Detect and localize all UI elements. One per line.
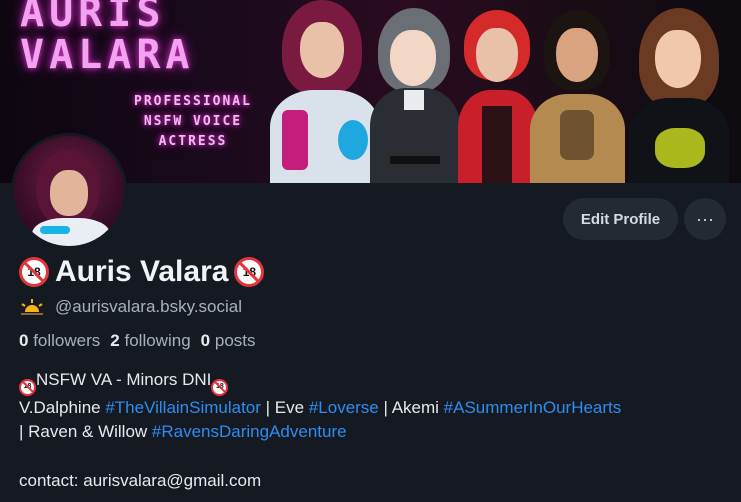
edit-profile-button[interactable]: Edit Profile xyxy=(563,198,678,240)
profile-handle[interactable]: @aurisvalara.bsky.social xyxy=(55,297,242,317)
profile-stats: 0 followers 2 following 0 posts xyxy=(19,331,256,351)
banner-character-red xyxy=(458,10,538,183)
no-under-18-icon: 18 xyxy=(19,257,49,287)
no-under-18-icon: 18 xyxy=(19,378,36,396)
banner-character-dark xyxy=(530,10,625,183)
hashtag-link[interactable]: #TheVillainSimulator xyxy=(105,398,261,417)
banner-character-pink xyxy=(270,0,380,183)
posts-stat: 0 posts xyxy=(200,331,256,350)
bio-line-2: V.Dalphine #TheVillainSimulator | Eve #L… xyxy=(19,397,622,417)
no-under-18-icon: 18 xyxy=(211,378,229,396)
hashtag-link[interactable]: #RavensDaringAdventure xyxy=(152,422,347,441)
sunrise-icon xyxy=(21,299,43,315)
hashtag-link[interactable]: #Loverse xyxy=(309,398,379,417)
hashtag-link[interactable]: #ASummerInOurHearts xyxy=(444,398,622,417)
profile-bio: 18 NSFW VA - Minors DNI 18 V.Dalphine #The… xyxy=(19,368,734,494)
banner-character-brunette xyxy=(625,8,737,183)
more-dots-icon: ··· xyxy=(696,208,714,229)
more-options-button[interactable]: ··· xyxy=(684,198,726,240)
handle-row: @aurisvalara.bsky.social xyxy=(19,297,242,317)
bio-line-1: 18 NSFW VA - Minors DNI 18 xyxy=(19,368,734,396)
banner-subtitle: PROFESSIONAL NSFW VOICE ACTRESS xyxy=(134,94,252,149)
display-name-row: 18 Auris Valara 18 xyxy=(19,252,265,292)
banner-title: AURIS VALARA xyxy=(20,0,195,78)
bio-line-3: | Raven & Willow #RavensDaringAdventure xyxy=(19,422,347,442)
no-under-18-icon: 18 xyxy=(234,257,265,287)
followers-stat[interactable]: 0 followers xyxy=(19,331,100,351)
following-stat[interactable]: 2 following xyxy=(110,331,190,351)
display-name: Auris Valara xyxy=(55,255,229,288)
bio-contact: contact: aurisvalara@gmail.com xyxy=(19,471,262,491)
banner-character-grey xyxy=(370,8,460,183)
profile-avatar[interactable] xyxy=(11,133,127,249)
